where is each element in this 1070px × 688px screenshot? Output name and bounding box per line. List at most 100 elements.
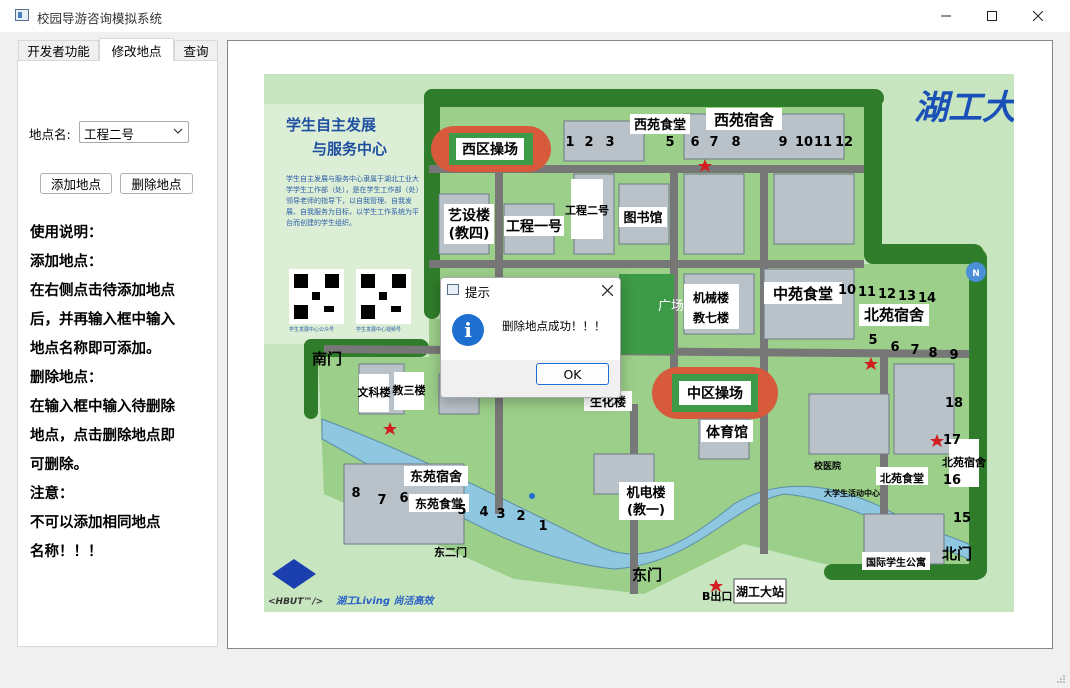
map-label-b-exit: B出口	[702, 589, 732, 603]
svg-text:16: 16	[943, 473, 961, 488]
svg-text:6: 6	[399, 491, 408, 506]
svg-text:2: 2	[584, 135, 593, 150]
dialog-footer: OK	[441, 360, 620, 397]
svg-text:13: 13	[898, 289, 916, 304]
svg-text:7: 7	[910, 343, 919, 358]
svg-text:5: 5	[665, 135, 674, 150]
svg-text:3: 3	[605, 135, 614, 150]
location-label: 地点名:	[29, 127, 71, 142]
map-label-electro-building: 机电楼	[626, 485, 665, 501]
title-bar: 校园导游咨询模拟系统	[0, 0, 1070, 32]
minimize-icon	[941, 15, 951, 17]
map-label-intl-apartment: 国际学生公寓	[866, 556, 926, 569]
location-combobox[interactable]: 工程二号	[79, 121, 189, 143]
delete-location-button[interactable]: 删除地点	[120, 173, 193, 194]
add-location-button[interactable]: 添加地点	[40, 173, 112, 194]
svg-text:15: 15	[953, 511, 971, 526]
map-label-north-canteen: 北苑食堂	[880, 471, 924, 485]
dialog-title: 提示	[465, 285, 491, 300]
svg-text:5: 5	[457, 503, 466, 518]
svg-text:7: 7	[377, 493, 386, 508]
instruction-line: 在右侧点击待添加地点	[30, 282, 175, 299]
close-icon	[601, 284, 613, 296]
map-label-bus-station: 湖工大站	[736, 584, 784, 599]
campus-map[interactable]: 西区操场 中区操场 广场 西苑食堂 西苑宿舍 艺设楼 (教四) 工程一号 工程二…	[264, 74, 1014, 612]
svg-text:5: 5	[868, 333, 877, 348]
svg-text:4: 4	[479, 505, 488, 520]
close-button[interactable]	[1015, 0, 1061, 32]
map-label-teach-three: 教三楼	[392, 383, 426, 397]
ok-button[interactable]: OK	[536, 363, 609, 385]
map-label-central-canteen: 中苑食堂	[773, 285, 833, 303]
instruction-line: 地点名称即可添加。	[30, 340, 161, 357]
map-label-gym: 体育馆	[706, 424, 748, 441]
svg-text:11: 11	[814, 135, 832, 150]
svg-text:1: 1	[565, 135, 574, 150]
center-field-label: 中区操场	[687, 385, 743, 402]
instruction-line: 后，并再输入框中输入	[30, 311, 175, 328]
student-center-title-2: 与服务中心	[312, 140, 387, 158]
qr-code-icon	[356, 269, 411, 324]
map-label-activity-center: 大学生活动中心	[824, 488, 880, 498]
svg-text:17: 17	[943, 433, 961, 448]
compass-icon: N	[966, 262, 986, 282]
map-label-south-gate: 南门	[312, 350, 342, 368]
instruction-line: 删除地点：	[30, 369, 103, 386]
tab-query[interactable]: 查询	[174, 40, 218, 60]
svg-text:9: 9	[778, 135, 787, 150]
map-big-title: 湖工大地图	[914, 88, 1014, 128]
plaza-label: 广场	[658, 299, 684, 314]
svg-text:8: 8	[731, 135, 740, 150]
map-label-art-building: 艺设楼	[448, 207, 490, 224]
tab-modify-location[interactable]: 修改地点	[99, 38, 174, 61]
svg-text:18: 18	[945, 396, 963, 411]
instruction-line: 地点，点击删除地点即	[30, 427, 175, 444]
instruction-line: 使用说明：	[30, 224, 103, 241]
qr-code-icon	[289, 269, 344, 324]
svg-text:8: 8	[928, 346, 937, 361]
map-label-north-gate: 北门	[942, 545, 972, 563]
map-label-seventh-building: 教七楼	[692, 310, 729, 325]
svg-text:14: 14	[918, 291, 936, 306]
svg-text:6: 6	[890, 340, 899, 355]
selected-location-dot	[529, 493, 535, 499]
minimize-button[interactable]	[923, 0, 969, 32]
map-label-mech-building: 机械楼	[693, 290, 729, 305]
map-label-library: 图书馆	[623, 210, 662, 226]
svg-text:3: 3	[496, 507, 505, 522]
qr-caption-1: 学生发展中心公众号	[289, 326, 334, 333]
svg-text:N: N	[972, 269, 980, 279]
map-label-north-court: 北苑宿舍	[942, 455, 987, 469]
info-icon: i	[452, 314, 484, 346]
location-combobox-value: 工程二号	[84, 127, 135, 142]
message-dialog: 提示 i 删除地点成功！！！ OK	[440, 277, 621, 398]
student-center-desc-box: 学生自主发展与服务中心隶属于湖北工业大学学生工作部（处），是在学生工作部（处）领…	[286, 175, 423, 227]
maximize-button[interactable]	[969, 0, 1015, 32]
dialog-app-icon	[447, 284, 459, 295]
svg-text:10: 10	[795, 135, 813, 150]
instruction-line: 名称！！！	[30, 543, 103, 560]
map-label-west-canteen: 西苑食堂	[634, 117, 686, 133]
dialog-close-button[interactable]	[596, 280, 618, 300]
svg-text:10: 10	[838, 283, 856, 298]
svg-text:2: 2	[516, 509, 525, 524]
qr-caption-2: 学生发展中心视频号	[356, 326, 401, 333]
map-label-east-two-gate: 东二门	[434, 545, 467, 559]
west-field-label: 西区操场	[462, 141, 518, 158]
svg-text:9: 9	[949, 348, 958, 363]
maximize-icon	[987, 11, 997, 21]
map-label-east-dorm: 东苑宿舍	[410, 469, 463, 485]
map-label-campus-hospital: 校医院	[814, 460, 841, 472]
resize-grip-icon[interactable]	[1056, 674, 1066, 684]
map-label-electro-building-sub: (教一)	[627, 502, 665, 518]
student-center-title-1: 学生自主发展	[286, 116, 376, 134]
window-title: 校园导游咨询模拟系统	[37, 11, 163, 26]
slogan-text: 湖工Living 尚活高效	[336, 595, 436, 607]
instruction-line: 不可以添加相同地点	[30, 514, 161, 531]
svg-text:12: 12	[878, 287, 896, 302]
map-big-title-text: 湖工大地图	[914, 88, 1014, 128]
tab-developer[interactable]: 开发者功能	[18, 40, 99, 60]
chevron-down-icon	[173, 125, 183, 140]
map-label-east-gate: 东门	[632, 566, 662, 584]
svg-text:1: 1	[538, 519, 547, 534]
